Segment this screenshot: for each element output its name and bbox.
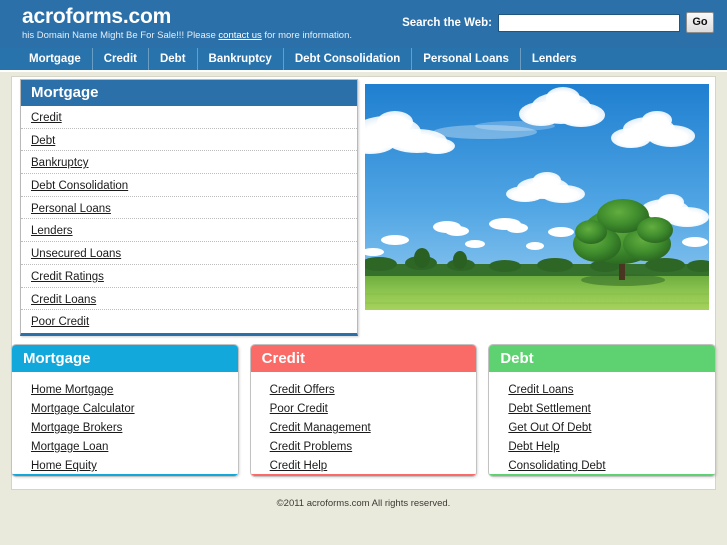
category-box-credit: Credit Credit Offers Poor Credit Credit … (249, 344, 478, 477)
box-link-credit-management[interactable]: Credit Management (270, 422, 371, 434)
box-link-credit-problems[interactable]: Credit Problems (270, 441, 352, 453)
list-item[interactable]: Credit Loans (489, 379, 715, 398)
list-item[interactable]: Debt Help (489, 436, 715, 455)
nav-items: Mortgage Credit Debt Bankruptcy Debt Con… (18, 48, 588, 70)
sidebar-link-debt[interactable]: Debt (31, 135, 55, 147)
list-item[interactable]: Home Equity (12, 455, 238, 474)
nav-item-mortgage[interactable]: Mortgage (18, 48, 93, 70)
list-item[interactable]: Credit Offers (251, 379, 477, 398)
list-item[interactable]: Debt Settlement (489, 398, 715, 417)
tagline-prefix: his Domain Name Might Be For Sale!!! Ple… (22, 30, 219, 41)
list-item[interactable]: Bankruptcy (21, 151, 357, 175)
box-link-debt-help[interactable]: Debt Help (508, 441, 559, 453)
box-footer-accent-credit (250, 474, 477, 476)
list-item[interactable]: Consolidating Debt (489, 455, 715, 474)
category-boxes: Mortgage Home Mortgage Mortgage Calculat… (11, 344, 717, 477)
nav-item-credit[interactable]: Credit (93, 48, 149, 70)
list-item[interactable]: Personal Loans (21, 197, 357, 220)
box-footer-accent-debt (489, 474, 716, 476)
tagline-suffix: for more information. (261, 30, 353, 41)
sidebar-link-lenders[interactable]: Lenders (31, 225, 73, 237)
sidebar-link-credit-loans[interactable]: Credit Loans (31, 294, 96, 306)
list-item[interactable]: Debt Consolidation (21, 174, 357, 197)
mortgage-panel-list: Credit Debt Bankruptcy Debt Consolidatio… (21, 106, 357, 333)
mortgage-panel-title: Mortgage (21, 80, 357, 106)
sidebar-link-bankruptcy[interactable]: Bankruptcy (31, 157, 89, 169)
box-link-mortgage-calculator[interactable]: Mortgage Calculator (31, 403, 135, 415)
search-go-button[interactable]: Go (686, 12, 714, 33)
search-input[interactable] (498, 13, 680, 32)
nav-item-debt-consolidation[interactable]: Debt Consolidation (284, 48, 413, 70)
sidebar-link-credit-ratings[interactable]: Credit Ratings (31, 271, 104, 283)
box-title-debt: Debt (489, 345, 716, 372)
box-link-get-out-of-debt[interactable]: Get Out Of Debt (508, 422, 591, 434)
list-item[interactable]: Home Mortgage (12, 379, 238, 398)
list-item[interactable]: Debt (21, 129, 357, 152)
box-list-credit: Credit Offers Poor Credit Credit Managem… (251, 372, 477, 474)
box-link-credit-offers[interactable]: Credit Offers (270, 384, 335, 396)
box-link-credit-help[interactable]: Credit Help (270, 460, 328, 472)
list-item[interactable]: Mortgage Brokers (12, 417, 238, 436)
sidebar-link-poor-credit[interactable]: Poor Credit (31, 316, 89, 328)
main-navigation: Mortgage Credit Debt Bankruptcy Debt Con… (0, 48, 727, 72)
box-link-home-equity[interactable]: Home Equity (31, 460, 97, 472)
list-item[interactable]: Credit Problems (251, 436, 477, 455)
list-item[interactable]: Credit Loans (21, 288, 357, 311)
mortgage-link-panel: Mortgage Credit Debt Bankruptcy Debt Con… (20, 79, 358, 336)
box-link-home-mortgage[interactable]: Home Mortgage (31, 384, 113, 396)
sidebar-link-unsecured-loans[interactable]: Unsecured Loans (31, 248, 121, 260)
contact-us-link[interactable]: contact us (218, 30, 261, 41)
nav-item-debt[interactable]: Debt (149, 48, 198, 70)
list-item[interactable]: Credit Management (251, 417, 477, 436)
box-list-debt: Credit Loans Debt Settlement Get Out Of … (489, 372, 715, 474)
list-item[interactable]: Poor Credit (251, 398, 477, 417)
list-item[interactable]: Mortgage Calculator (12, 398, 238, 417)
nav-item-personal-loans[interactable]: Personal Loans (412, 48, 521, 70)
list-item[interactable]: Poor Credit (21, 310, 357, 333)
sidebar-link-credit[interactable]: Credit (31, 112, 62, 124)
box-link-debt-settlement[interactable]: Debt Settlement (508, 403, 590, 415)
search-label: Search the Web: (402, 16, 492, 29)
list-item[interactable]: Mortgage Loan (12, 436, 238, 455)
box-footer-accent-mortgage (12, 474, 238, 476)
category-box-debt: Debt Credit Loans Debt Settlement Get Ou… (488, 344, 717, 477)
box-title-credit: Credit (250, 345, 477, 372)
box-list-mortgage: Home Mortgage Mortgage Calculator Mortga… (12, 372, 238, 474)
site-header: acroforms.com his Domain Name Might Be F… (0, 0, 727, 48)
list-item[interactable]: Lenders (21, 219, 357, 243)
box-link-mortgage-brokers[interactable]: Mortgage Brokers (31, 422, 122, 434)
box-link-poor-credit[interactable]: Poor Credit (270, 403, 328, 415)
list-item[interactable]: Credit Ratings (21, 265, 357, 288)
box-link-mortgage-loan[interactable]: Mortgage Loan (31, 441, 108, 453)
box-title-mortgage: Mortgage (12, 345, 238, 372)
site-footer: ©2011 acroforms.com All rights reserved. (276, 498, 451, 509)
nav-item-lenders[interactable]: Lenders (521, 48, 588, 70)
hero-landscape-image (365, 84, 709, 310)
sidebar-link-personal-loans[interactable]: Personal Loans (31, 203, 111, 215)
category-box-mortgage: Mortgage Home Mortgage Mortgage Calculat… (11, 344, 239, 477)
list-item[interactable]: Credit (21, 106, 357, 129)
list-item[interactable]: Credit Help (251, 455, 477, 474)
box-link-credit-loans[interactable]: Credit Loans (508, 384, 573, 396)
list-item[interactable]: Unsecured Loans (21, 242, 357, 265)
nav-item-bankruptcy[interactable]: Bankruptcy (198, 48, 284, 70)
list-item[interactable]: Get Out Of Debt (489, 417, 715, 436)
box-link-consolidating-debt[interactable]: Consolidating Debt (508, 460, 605, 472)
site-brand: acroforms.com (22, 5, 172, 28)
domain-sale-tagline: his Domain Name Might Be For Sale!!! Ple… (22, 30, 352, 41)
sidebar-link-debt-consolidation[interactable]: Debt Consolidation (31, 180, 128, 192)
search-area: Search the Web: Go (402, 12, 714, 33)
